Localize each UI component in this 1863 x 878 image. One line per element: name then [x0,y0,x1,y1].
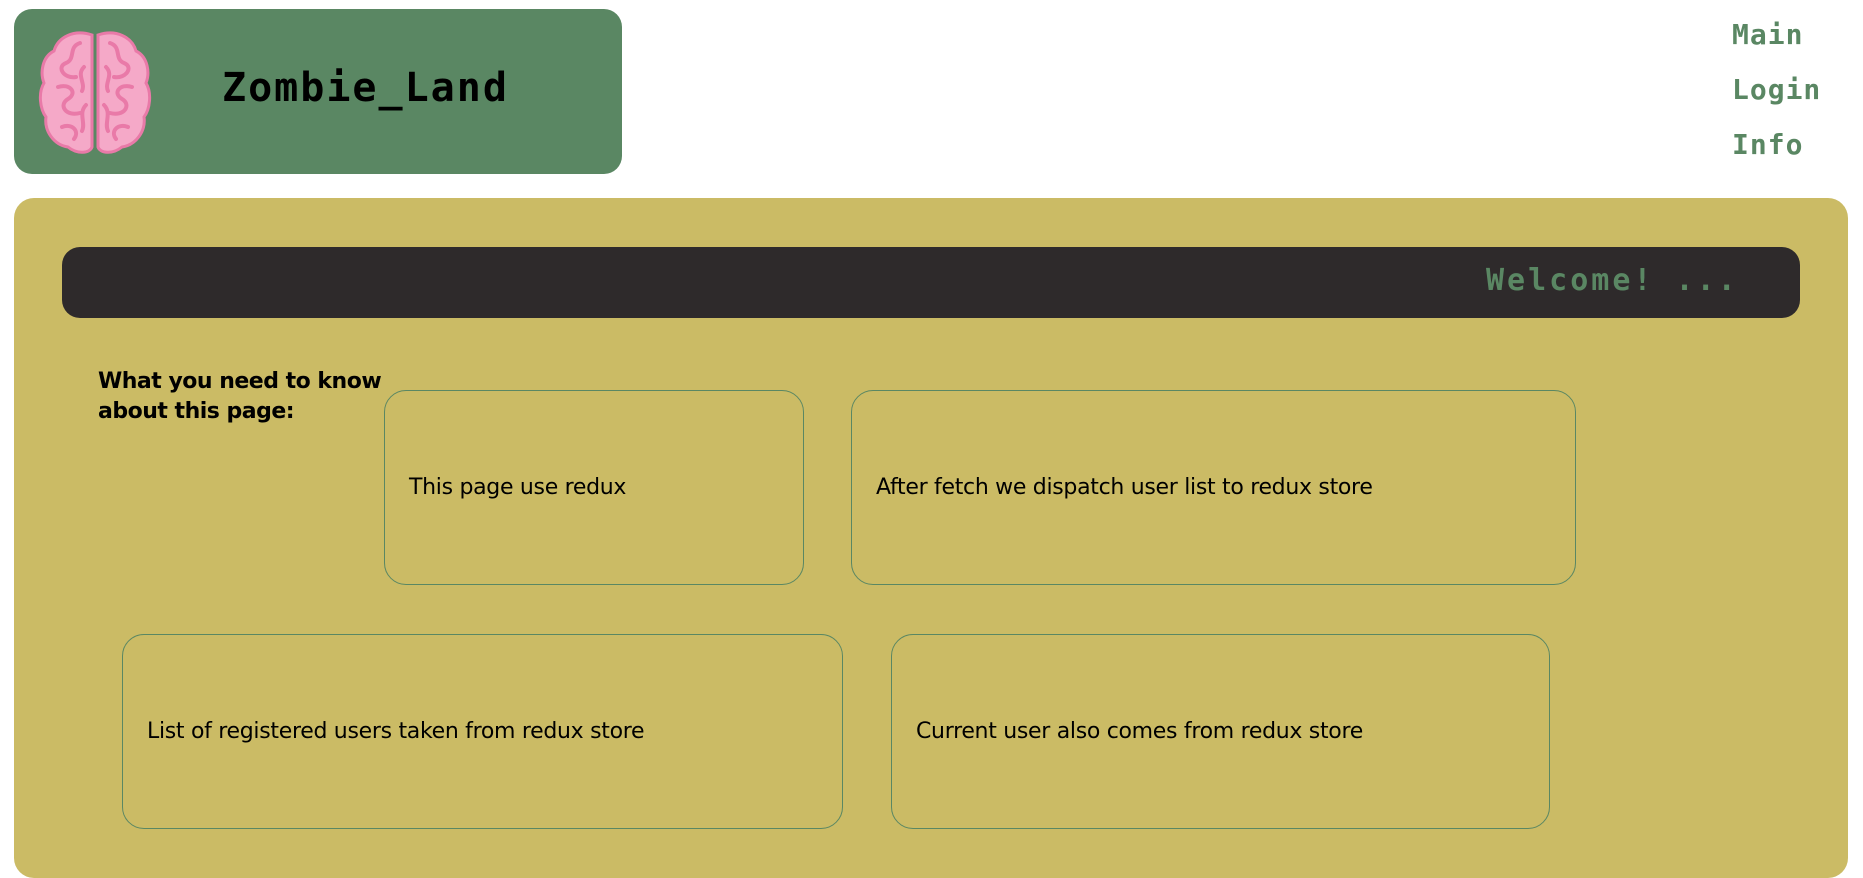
site-title: Zombie_Land [222,65,509,111]
nav-link-main[interactable]: Main [1732,14,1858,69]
info-card-text: List of registered users taken from redu… [147,719,645,744]
info-card-text: After fetch we dispatch user list to red… [876,475,1373,500]
info-heading: What you need to know about this page: [98,369,382,424]
info-card-text: This page use redux [409,475,627,500]
site-header: Zombie_Land [14,9,622,174]
nav-link-login[interactable]: Login [1732,69,1858,124]
welcome-marquee-text: Welcome! ... [1486,263,1739,298]
info-card-text: Current user also comes from redux store [916,719,1363,744]
nav-link-info[interactable]: Info [1732,124,1858,179]
main-nav: Main Login Info [1732,14,1858,179]
info-card-current-user: Current user also comes from redux store [891,634,1550,829]
brain-icon [38,31,152,154]
info-card-user-list: List of registered users taken from redu… [122,634,843,829]
main-content-panel: Welcome! ... What you need to know about… [14,198,1848,878]
welcome-marquee: Welcome! ... [62,247,1800,318]
info-card-dispatch: After fetch we dispatch user list to red… [851,390,1576,585]
info-card-redux: This page use redux [384,390,804,585]
